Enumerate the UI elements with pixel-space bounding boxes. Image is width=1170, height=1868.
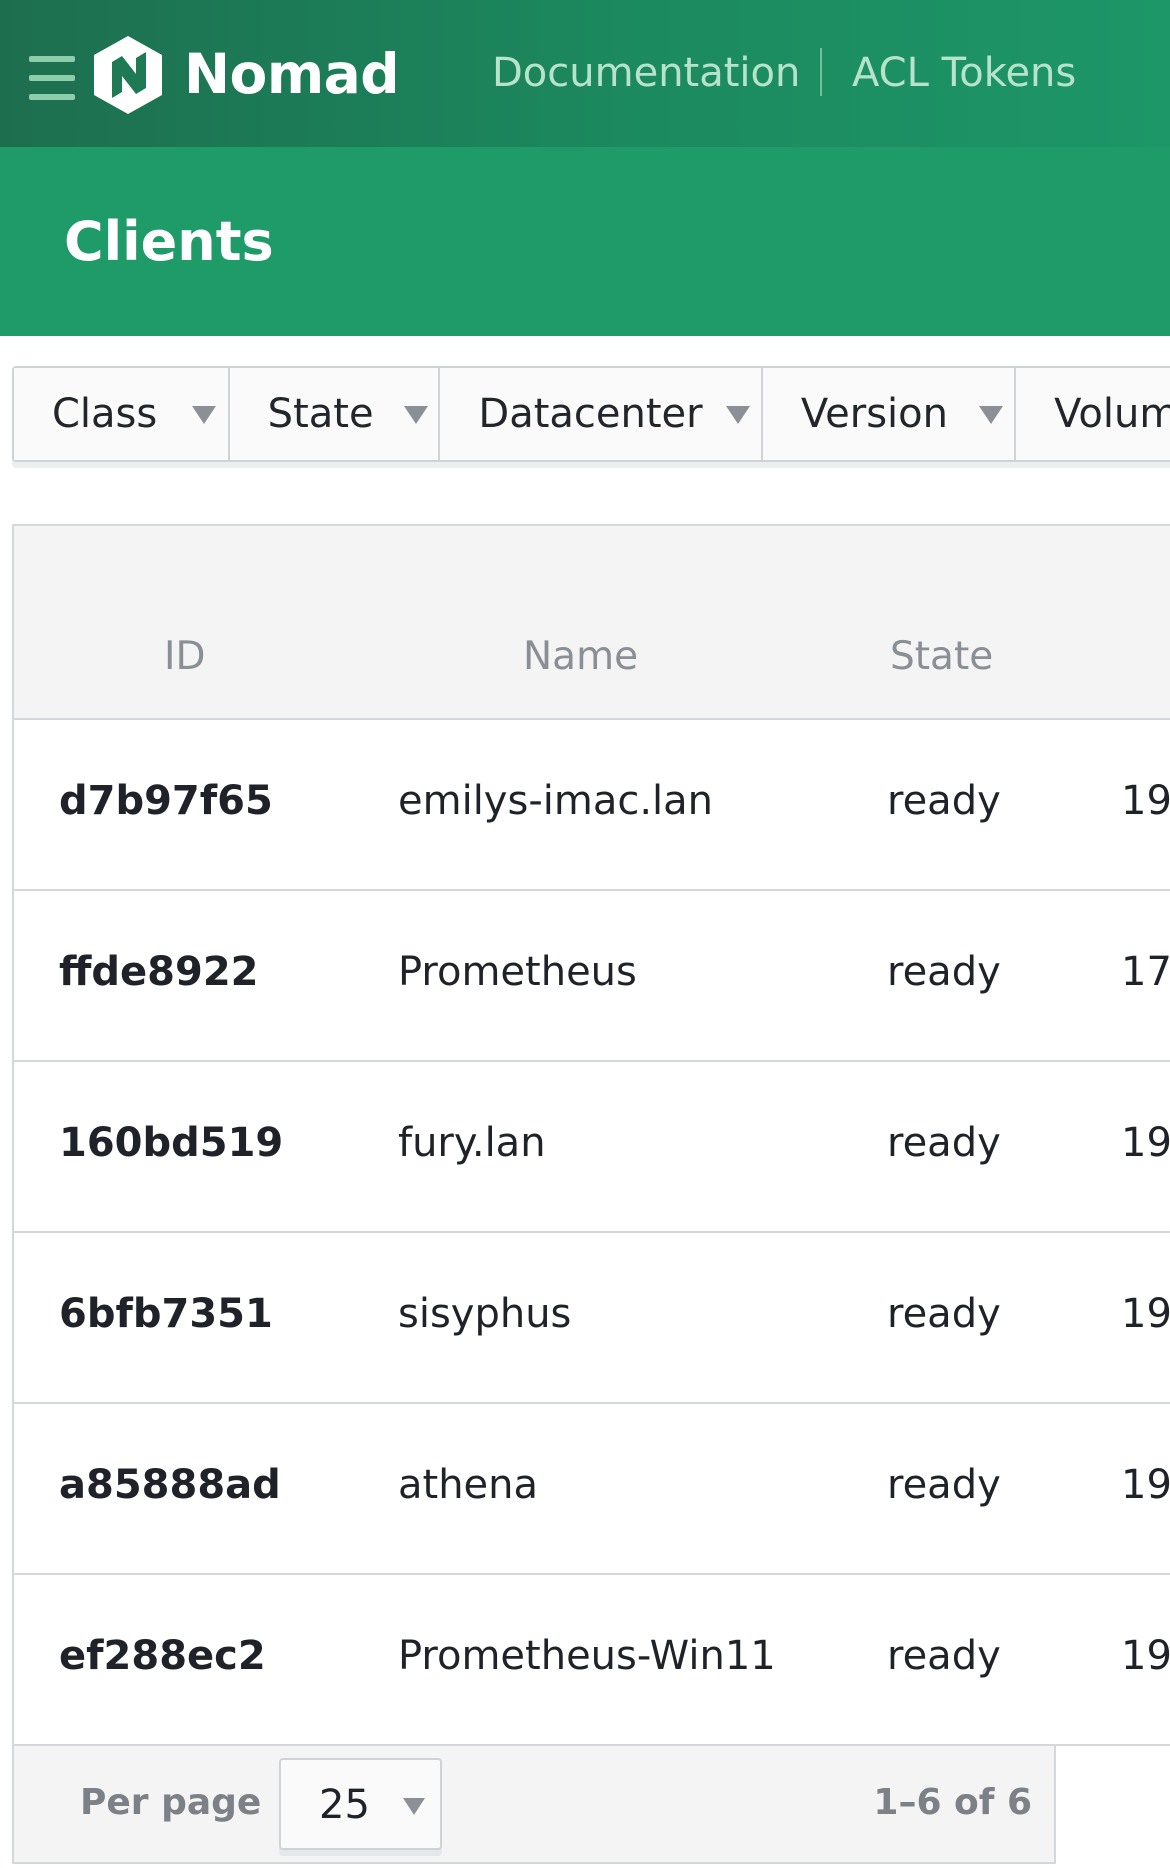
client-id[interactable]: ffde8922 bbox=[59, 947, 259, 997]
caret-down-icon bbox=[403, 1798, 425, 1815]
client-state: ready bbox=[887, 1291, 1001, 1337]
table-row[interactable]: ffde8922 Prometheus ready 17 bbox=[14, 889, 1170, 1062]
client-state: ready bbox=[887, 949, 1001, 995]
client-address: 19 bbox=[1121, 1633, 1170, 1679]
client-address: 17 bbox=[1121, 949, 1170, 995]
column-header-state[interactable]: State bbox=[890, 632, 993, 682]
client-name: athena bbox=[398, 1462, 539, 1508]
table-header: ID Name State bbox=[14, 526, 1170, 720]
pagination-footer: Per page 25 1–6 of 6 bbox=[12, 1746, 1056, 1864]
caret-down-icon bbox=[978, 406, 1003, 424]
client-state: ready bbox=[887, 1462, 1001, 1508]
client-name: sisyphus bbox=[398, 1291, 572, 1337]
acl-tokens-link[interactable]: ACL Tokens bbox=[852, 48, 1076, 98]
client-name: Prometheus-Win11 bbox=[398, 1633, 776, 1679]
caret-down-icon bbox=[403, 406, 428, 424]
table-row[interactable]: 6bfb7351 sisyphus ready 19 bbox=[14, 1231, 1170, 1404]
client-id[interactable]: ef288ec2 bbox=[59, 1631, 266, 1681]
client-name: fury.lan bbox=[398, 1120, 546, 1166]
per-page-select[interactable]: 25 bbox=[279, 1758, 442, 1850]
table-row[interactable]: d7b97f65 emilys-imac.lan ready 19 bbox=[14, 718, 1170, 891]
class-filter-label: Class bbox=[52, 391, 158, 437]
client-state: ready bbox=[887, 1120, 1001, 1166]
client-id[interactable]: a85888ad bbox=[59, 1460, 281, 1510]
state-filter-dropdown[interactable]: State bbox=[229, 368, 441, 460]
class-filter-dropdown[interactable]: Class bbox=[14, 368, 230, 460]
brand-name[interactable]: Nomad bbox=[184, 40, 400, 108]
version-filter-label: Version bbox=[800, 391, 948, 437]
caret-down-icon bbox=[192, 406, 216, 424]
documentation-link[interactable]: Documentation bbox=[492, 48, 800, 98]
datacenter-filter-dropdown[interactable]: Datacenter bbox=[440, 368, 763, 460]
pagination-range: 1–6 of 6 bbox=[873, 1782, 1032, 1823]
client-id[interactable]: 6bfb7351 bbox=[59, 1289, 273, 1339]
per-page-value: 25 bbox=[319, 1782, 370, 1828]
clients-table: ID Name State d7b97f65 emilys-imac.lan r… bbox=[12, 524, 1170, 1746]
client-id[interactable]: 160bd519 bbox=[59, 1118, 283, 1168]
page-header: Clients bbox=[0, 147, 1170, 336]
per-page-label: Per page bbox=[80, 1782, 262, 1823]
top-nav: Nomad Documentation ACL Tokens bbox=[0, 0, 1170, 147]
client-address: 19 bbox=[1121, 1462, 1170, 1508]
client-address: 19 bbox=[1121, 778, 1170, 824]
table-row[interactable]: ef288ec2 Prometheus-Win11 ready 19 bbox=[14, 1573, 1170, 1746]
datacenter-filter-label: Datacenter bbox=[478, 391, 703, 437]
state-filter-label: State bbox=[267, 391, 374, 437]
client-state: ready bbox=[887, 778, 1001, 824]
client-name: Prometheus bbox=[398, 949, 637, 995]
caret-down-icon bbox=[726, 406, 751, 424]
column-header-name[interactable]: Name bbox=[523, 632, 638, 682]
filter-bar: Class State Datacenter Version Volum bbox=[12, 366, 1170, 462]
page-title: Clients bbox=[64, 210, 274, 273]
nav-divider bbox=[820, 48, 822, 96]
client-address: 19 bbox=[1121, 1291, 1170, 1337]
hamburger-menu-icon[interactable] bbox=[29, 56, 75, 102]
client-id[interactable]: d7b97f65 bbox=[59, 776, 273, 826]
client-name: emilys-imac.lan bbox=[398, 778, 714, 824]
version-filter-dropdown[interactable]: Version bbox=[762, 368, 1017, 460]
table-row[interactable]: 160bd519 fury.lan ready 19 bbox=[14, 1060, 1170, 1233]
nomad-logo-icon[interactable] bbox=[92, 34, 164, 116]
table-row[interactable]: a85888ad athena ready 19 bbox=[14, 1402, 1170, 1575]
client-state: ready bbox=[887, 1633, 1001, 1679]
volume-filter-label: Volum bbox=[1054, 391, 1170, 437]
column-header-id[interactable]: ID bbox=[164, 632, 206, 682]
client-address: 19 bbox=[1121, 1120, 1170, 1166]
volume-filter-dropdown[interactable]: Volum bbox=[1016, 368, 1170, 460]
